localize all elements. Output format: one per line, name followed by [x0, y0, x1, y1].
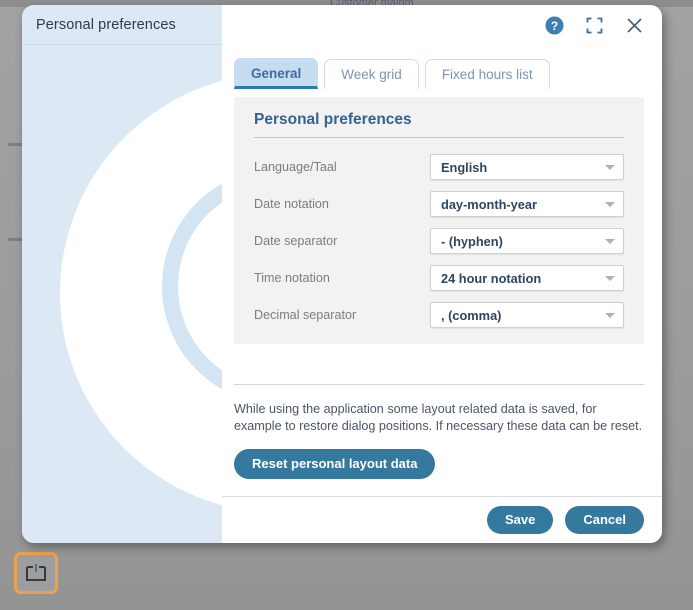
date-notation-select-value: day-month-year	[441, 196, 537, 212]
dialog-titlebar: Personal preferences ?	[22, 5, 662, 45]
close-icon[interactable]	[624, 15, 644, 35]
field-row-language: Language/Taal English	[254, 154, 624, 180]
dialog-title-chip: Personal preferences	[22, 5, 222, 45]
field-label-date-notation: Date notation	[254, 197, 329, 211]
tab-general[interactable]: General	[234, 58, 319, 89]
chevron-down-icon	[605, 164, 615, 170]
dialog-body: General Week grid Fixed hours list Perso…	[22, 45, 662, 543]
decimal-separator-select-value: , (comma)	[441, 307, 502, 323]
chevron-down-icon	[605, 238, 615, 244]
page-title: Personal preferences	[36, 16, 176, 33]
reset-layout-section: While using the application some layout …	[234, 384, 644, 479]
time-notation-select-value: 24 hour notation	[441, 270, 542, 286]
form-heading: Personal preferences	[254, 111, 624, 138]
decimal-separator-select[interactable]: , (comma)	[430, 302, 624, 328]
reset-layout-description: While using the application some layout …	[234, 402, 643, 433]
time-notation-select[interactable]: 24 hour notation	[430, 265, 624, 291]
chevron-down-icon	[605, 275, 615, 281]
personal-preferences-dialog: Personal preferences ? General Week grid…	[22, 5, 662, 543]
field-row-time-notation: Time notation 24 hour notation	[254, 265, 624, 291]
preferences-form-card: Personal preferences Language/Taal Engli…	[234, 97, 644, 344]
tab-panel-general: Personal preferences Language/Taal Engli…	[222, 89, 662, 496]
tab-fixed-hours-list[interactable]: Fixed hours list	[424, 59, 550, 89]
field-row-decimal-separator: Decimal separator , (comma)	[254, 302, 624, 328]
restore-window-icon[interactable]	[14, 552, 58, 594]
refresh-circle-arrow-icon	[162, 183, 222, 390]
field-label-date-separator: Date separator	[254, 234, 338, 248]
dialog-side-panel	[22, 45, 222, 543]
tab-bar: General Week grid Fixed hours list	[222, 45, 662, 89]
dialog-footer: Save Cancel	[222, 496, 662, 543]
language-select[interactable]: English	[430, 154, 624, 180]
date-separator-select-value: - (hyphen)	[441, 233, 503, 249]
field-label-language: Language/Taal	[254, 160, 337, 174]
save-button[interactable]: Save	[486, 506, 554, 534]
field-label-time-notation: Time notation	[254, 271, 330, 285]
help-icon[interactable]: ?	[544, 15, 564, 35]
titlebar-actions: ?	[222, 5, 662, 45]
svg-text:?: ?	[550, 18, 557, 32]
tab-week-grid[interactable]: Week grid	[324, 59, 419, 89]
date-separator-select[interactable]: - (hyphen)	[430, 228, 624, 254]
reset-personal-layout-data-button[interactable]: Reset personal layout data	[234, 449, 436, 479]
field-label-decimal-separator: Decimal separator	[254, 308, 357, 322]
date-notation-select[interactable]: day-month-year	[430, 191, 624, 217]
field-row-date-notation: Date notation day-month-year	[254, 191, 624, 217]
chevron-down-icon	[605, 312, 615, 318]
dialog-content: General Week grid Fixed hours list Perso…	[222, 45, 662, 543]
chevron-down-icon	[605, 201, 615, 207]
language-select-value: English	[441, 159, 488, 175]
field-row-date-separator: Date separator - (hyphen)	[254, 228, 624, 254]
maximize-icon[interactable]	[584, 15, 604, 35]
cancel-button[interactable]: Cancel	[565, 506, 644, 534]
